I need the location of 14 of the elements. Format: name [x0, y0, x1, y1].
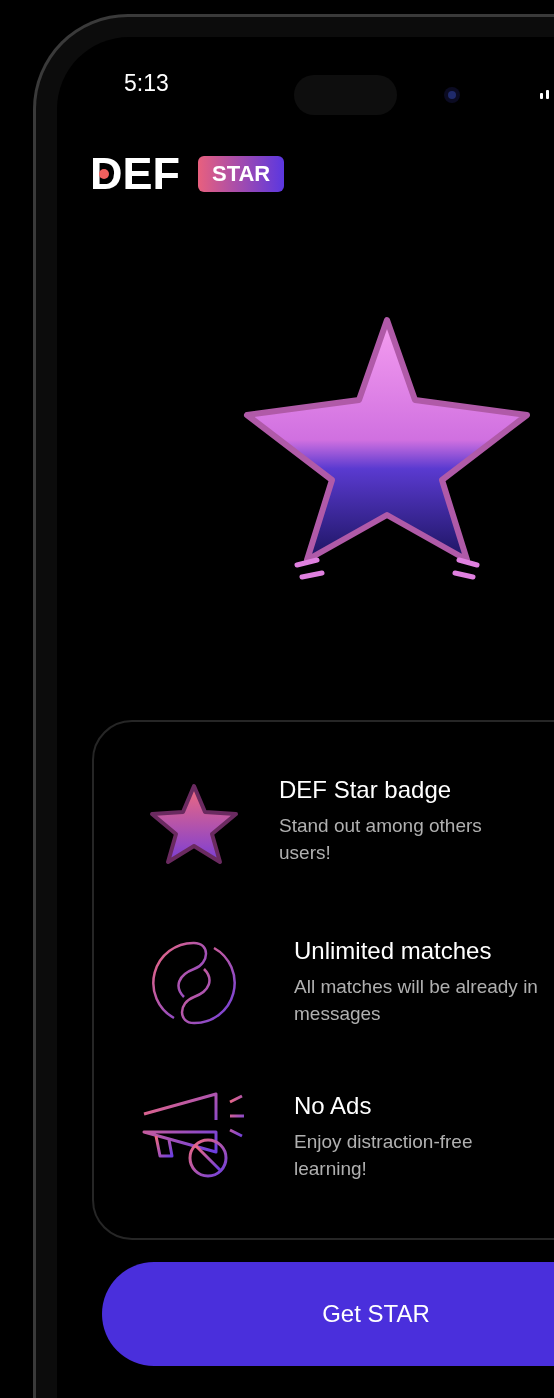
feature-title: DEF Star badge [279, 775, 453, 805]
camera-icon [442, 85, 462, 105]
signal-icon [540, 89, 550, 99]
feature-description: All matches will be already in messages [294, 975, 539, 1026]
feature-description: Stand out among others users! [279, 814, 483, 865]
star-icon [148, 782, 240, 866]
feature-description: Enjoy distraction-free learning! [294, 1130, 474, 1181]
feature-title: Unlimited matches [294, 936, 493, 966]
get-star-button[interactable]: Get STAR [102, 1262, 554, 1366]
status-time: 5:13 [124, 69, 169, 98]
star-badge: STAR [198, 156, 285, 192]
app-logo: DEF [90, 155, 180, 193]
feature-title: No Ads [294, 1091, 373, 1121]
megaphone-crossed-icon [142, 1092, 246, 1178]
